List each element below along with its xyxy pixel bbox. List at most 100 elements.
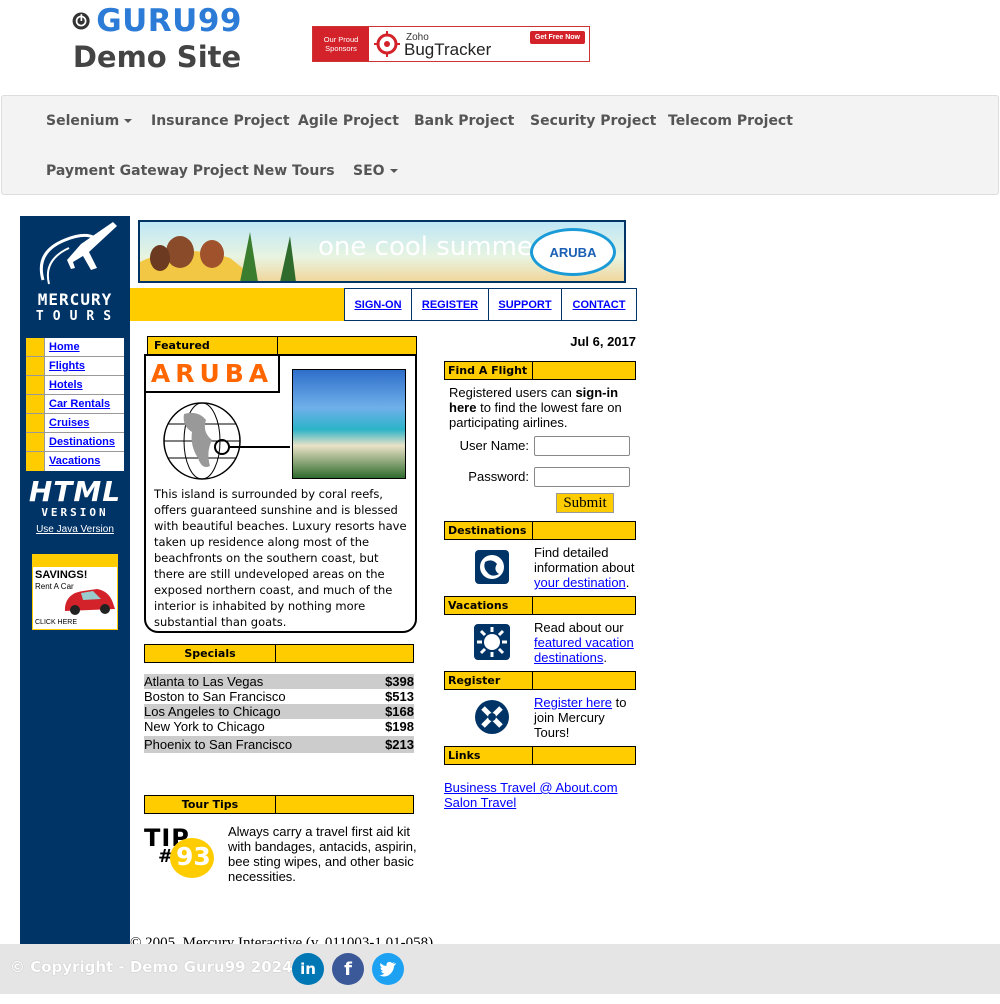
sponsor-banner[interactable]: Our Proud Sponsors Zoho BugTracker Get F… [312, 26, 590, 62]
aruba-beach-photo [292, 369, 406, 479]
username-input[interactable] [534, 436, 630, 456]
nav-seo[interactable]: SEO [353, 163, 398, 179]
sponsor-label: Our Proud Sponsors [313, 27, 369, 61]
vacations-text: Read about our featured vacation destina… [534, 620, 634, 665]
contact-link[interactable]: CONTACT [562, 289, 636, 320]
side-menu-item-vacations[interactable]: Vacations [26, 452, 124, 471]
username-label: User Name: [459, 438, 529, 453]
side-menu-item-destinations[interactable]: Destinations [26, 433, 124, 452]
featured-destination-box: ARUBA This island is surrounded by coral… [144, 354, 417, 633]
nav-new-tours[interactable]: New Tours [253, 163, 335, 179]
html-version-title: HTML [28, 475, 122, 508]
specials-table: Atlanta to Las Vegas $398 Boston to San F… [144, 674, 414, 753]
mercury-tours-logo[interactable]: MERCURY TOURS [25, 222, 125, 326]
html-version-subtitle: VERSION [41, 506, 109, 519]
nav-security-project[interactable]: Security Project [530, 113, 656, 129]
aruba-banner[interactable]: one cool summer ARUBA [138, 220, 626, 283]
mercury-tours-frame: MERCURY TOURS Home Flights Hotels Car Re… [20, 216, 637, 944]
register-here-link[interactable]: Register here [534, 695, 612, 710]
linkedin-icon[interactable]: in [292, 953, 324, 985]
side-menu-item-home[interactable]: Home [26, 338, 124, 357]
banner-photo-scene [140, 232, 296, 281]
salon-travel-link[interactable]: Salon Travel [444, 795, 636, 810]
nav-selenium[interactable]: Selenium [46, 113, 133, 129]
nav-payment-gateway-project[interactable]: Payment Gateway Project [46, 163, 249, 179]
mercury-sidebar: MERCURY TOURS Home Flights Hotels Car Re… [20, 216, 130, 944]
specials-row: Boston to San Francisco $513 [144, 689, 414, 704]
get-free-button[interactable]: Get Free Now [529, 31, 585, 44]
destinations-header: Destinations [444, 521, 636, 540]
guru99-logo[interactable]: GURU99 Demo Site [72, 4, 242, 76]
password-input[interactable] [534, 467, 630, 487]
main-navbar: Selenium Insurance Project Agile Project… [1, 95, 999, 195]
links-header: Links [444, 746, 636, 765]
twitter-bird-glyph [379, 961, 396, 977]
sun-vacation-icon [474, 624, 510, 660]
your-destination-link[interactable]: your destination [534, 575, 626, 590]
side-menu-item-hotels[interactable]: Hotels [26, 376, 124, 395]
specials-row: Los Angeles to Chicago $168 [144, 704, 414, 719]
featured-destination-header: Featured Destination [147, 336, 417, 369]
chevron-down-icon [124, 119, 133, 123]
nav-telecom-project[interactable]: Telecom Project [668, 113, 793, 129]
destinations-text: Find detailed information about your des… [534, 545, 635, 590]
twitter-icon[interactable] [372, 953, 404, 985]
register-text: Register here to join Mercury Tours! [534, 695, 627, 740]
current-date: Jul 6, 2017 [570, 334, 636, 349]
register-link[interactable]: REGISTER [412, 289, 489, 320]
password-label: Password: [468, 469, 529, 484]
side-menu: Home Flights Hotels Car Rentals Cruises … [25, 337, 125, 472]
globe-icon [163, 402, 290, 480]
side-menu-item-car-rentals[interactable]: Car Rentals [26, 395, 124, 414]
tip-number: 93 [176, 842, 211, 871]
tour-tip-text: Always carry a travel first aid kit with… [228, 824, 417, 884]
banner-tagline: one cool summer [318, 232, 544, 262]
chevron-down-icon [389, 169, 398, 173]
demo-site-subtitle: Demo Site [72, 40, 242, 74]
globe-destination-icon [475, 550, 509, 584]
top-link-bar: SIGN-ON REGISTER SUPPORT CONTACT [130, 288, 637, 321]
support-link[interactable]: SUPPORT [489, 289, 562, 320]
sponsor-product: BugTracker [404, 40, 492, 59]
vacations-header: Vacations [444, 596, 636, 615]
register-star-icon [475, 700, 509, 734]
nav-agile-project[interactable]: Agile Project [298, 113, 399, 129]
html-version-badge: HTML VERSION Use Java Version [25, 475, 125, 536]
red-car-icon [65, 589, 115, 615]
savings-title: SAVINGS! [35, 569, 88, 581]
external-links-list: Business Travel @ About.com Salon Travel [444, 780, 636, 810]
footer-copyright: © Copyright - Demo Guru99 2024 [10, 958, 293, 976]
guru99-brand-text: GURU99 [96, 3, 242, 39]
specials-row: Atlanta to Las Vegas $398 [144, 674, 414, 689]
savings-rent-a-car-ad[interactable]: SAVINGS! Rent A Car CLICK HERE [32, 554, 118, 630]
nav-bank-project[interactable]: Bank Project [414, 113, 514, 129]
banner-aruba-logo: ARUBA [530, 228, 616, 276]
site-footer: © Copyright - Demo Guru99 2024 in f [0, 944, 1000, 994]
savings-cta: CLICK HERE [35, 619, 78, 626]
specials-row: Phoenix to San Francisco $213 [144, 736, 414, 753]
mercury-logo-line1: MERCURY [37, 290, 113, 309]
use-java-version-link[interactable]: Use Java Version [25, 524, 125, 535]
nav-insurance-project[interactable]: Insurance Project [151, 113, 290, 129]
tip-93-graphic: TIP # 93 [144, 824, 224, 878]
featured-vacation-destinations-link[interactable]: featured vacation destinations [534, 635, 634, 665]
submit-button[interactable]: Submit [556, 493, 614, 513]
business-travel-link[interactable]: Business Travel @ About.com [444, 780, 636, 795]
side-menu-item-cruises[interactable]: Cruises [26, 414, 124, 433]
register-header: Register [444, 671, 636, 690]
side-menu-item-flights[interactable]: Flights [26, 357, 124, 376]
airplane-swoosh-icon [39, 222, 117, 285]
find-flight-intro: Registered users can sign-in here to fin… [449, 385, 622, 430]
featured-destination-description: This island is surrounded by coral reefs… [154, 487, 407, 629]
guru99-logo-icon [72, 12, 90, 30]
featured-destination-name: ARUBA [146, 356, 280, 393]
bug-icon [374, 31, 400, 57]
guru99-brand: GURU99 [72, 4, 242, 38]
mercury-logo-line2: TOURS [35, 309, 121, 324]
specials-header: Specials [144, 644, 414, 663]
specials-row: New York to Chicago $198 [144, 719, 414, 734]
find-a-flight-header: Find A Flight [444, 361, 636, 380]
sign-on-link[interactable]: SIGN-ON [345, 289, 412, 320]
tour-tips-header: Tour Tips [144, 795, 414, 814]
facebook-icon[interactable]: f [332, 953, 364, 985]
